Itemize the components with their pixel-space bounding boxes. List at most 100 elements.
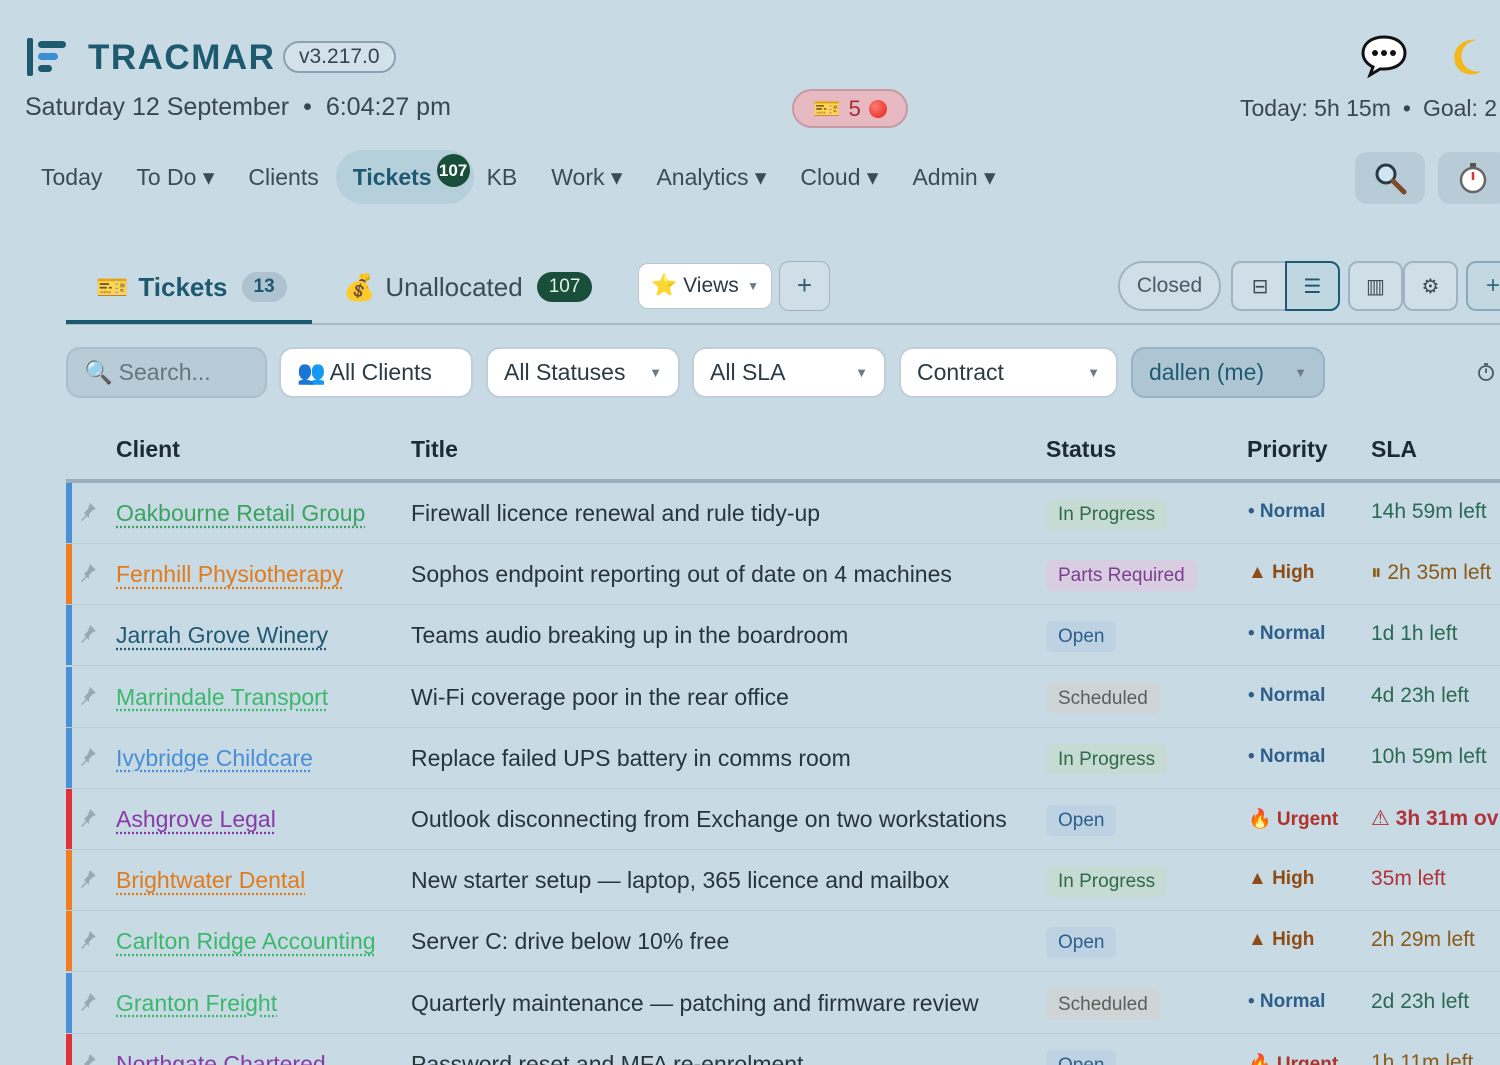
table-row[interactable]: Granton Freight Quarterly maintenance — p…: [66, 972, 1500, 1034]
client-link[interactable]: Granton Freight: [116, 990, 277, 1017]
nav-admin[interactable]: Admin ▾: [895, 150, 1012, 204]
column-header-title[interactable]: Title: [411, 436, 458, 463]
search-field[interactable]: 🔍 Search...: [66, 347, 267, 398]
ticket-title[interactable]: Sophos endpoint reporting out of date on…: [411, 561, 952, 588]
sla-remaining: ⚠ 3h 31m ov: [1371, 807, 1499, 830]
status-badge: Open: [1046, 927, 1117, 959]
tickets-count-badge: 107: [436, 154, 470, 187]
contract-filter[interactable]: Contract ▼: [899, 347, 1118, 398]
pin-icon[interactable]: [78, 562, 98, 583]
table-row[interactable]: Jarrah Grove Winery Teams audio breaking …: [66, 605, 1500, 667]
list-view-button[interactable]: ☰: [1285, 261, 1340, 311]
stopwatch-icon: [1459, 163, 1487, 194]
priority-stripe: [66, 727, 72, 788]
ticket-title[interactable]: Wi-Fi coverage poor in the rear office: [411, 684, 789, 711]
pin-icon[interactable]: [78, 807, 98, 827]
current-date: Saturday 12 September: [25, 93, 290, 121]
client-link[interactable]: Northgate Chartered: [116, 1051, 326, 1065]
ticket-title[interactable]: Quarterly maintenance — patching and fir…: [411, 990, 979, 1017]
pin-icon[interactable]: [78, 991, 98, 1011]
client-link[interactable]: Ashgrove Legal: [116, 806, 276, 833]
pin-icon[interactable]: [78, 501, 98, 521]
ticket-title[interactable]: Server C: drive below 10% free: [411, 928, 729, 955]
sla-remaining: 35m left: [1371, 867, 1446, 891]
compact-view-button[interactable]: ⊟: [1231, 261, 1287, 311]
show-closed-toggle[interactable]: Closed: [1118, 261, 1221, 311]
pin-icon[interactable]: [78, 929, 98, 950]
sla-filter-value: All SLA: [710, 359, 786, 385]
nav-cloud[interactable]: Cloud ▾: [783, 150, 895, 204]
client-link[interactable]: Fernhill Physiotherapy: [116, 561, 344, 588]
priority-stripe: [66, 1033, 72, 1065]
table-row[interactable]: Northgate Chartered Password reset and MF…: [66, 1033, 1500, 1065]
table-row[interactable]: Carlton Ridge Accounting Server C: drive …: [66, 911, 1500, 973]
nav-kb[interactable]: KB: [470, 150, 535, 204]
chevron-down-icon: ▼: [747, 279, 759, 293]
ticket-title[interactable]: Firewall licence renewal and rule tidy-u…: [411, 500, 820, 527]
settings-button[interactable]: ⚙: [1403, 261, 1458, 311]
columns-button[interactable]: ▥: [1348, 261, 1403, 311]
column-header-client[interactable]: Client: [116, 436, 180, 463]
table-row[interactable]: Ivybridge Childcare Replace failed UPS ba…: [66, 727, 1500, 789]
moon-icon[interactable]: [1450, 36, 1490, 76]
clock-icon[interactable]: [1476, 362, 1496, 382]
active-tab-indicator: [66, 320, 312, 324]
nav-clients[interactable]: Clients: [231, 150, 335, 204]
add-view-button[interactable]: +: [779, 261, 830, 311]
pin-icon[interactable]: [78, 685, 98, 705]
client-link[interactable]: Brightwater Dental: [116, 867, 305, 894]
table-row[interactable]: Fernhill Physiotherapy Sophos endpoint re…: [66, 544, 1500, 606]
priority-label: • Normal: [1248, 501, 1326, 522]
pin-icon[interactable]: [78, 1052, 98, 1065]
column-header-status[interactable]: Status: [1046, 436, 1116, 463]
nav-analytics[interactable]: Analytics ▾: [639, 150, 783, 204]
table-row[interactable]: Brightwater Dental New starter setup — la…: [66, 850, 1500, 912]
pin-icon[interactable]: [78, 746, 98, 766]
search-placeholder: Search...: [118, 359, 211, 385]
nav-tickets-label: Tickets: [352, 164, 432, 190]
pin-icon[interactable]: [78, 868, 98, 889]
client-link[interactable]: Marrindale Transport: [116, 684, 328, 711]
views-dropdown[interactable]: ⭐ Views ▼: [638, 263, 772, 309]
clients-filter[interactable]: 👥 All Clients: [279, 347, 473, 398]
tab-tickets-count: 13: [241, 272, 287, 302]
ticket-title[interactable]: Password reset and MFA re-enrolment: [411, 1051, 803, 1065]
client-link[interactable]: Jarrah Grove Winery: [116, 622, 328, 649]
priority-stripe: [66, 972, 72, 1033]
tab-unallocated[interactable]: 💰 Unallocated 107: [343, 265, 593, 309]
ticket-title[interactable]: Teams audio breaking up in the boardroom: [411, 622, 848, 649]
nav-todo[interactable]: To Do ▾: [119, 150, 231, 204]
global-search-button[interactable]: [1355, 152, 1425, 204]
status-filter[interactable]: All Statuses ▼: [486, 347, 680, 398]
sla-remaining: 14h 59m left: [1371, 500, 1487, 523]
ticket-icon: 🎫: [813, 95, 841, 121]
table-row[interactable]: Marrindale Transport Wi-Fi coverage poor …: [66, 666, 1500, 728]
search-icon: 🔍: [84, 359, 113, 385]
sla-remaining: 2d 23h left: [1371, 989, 1470, 1013]
client-link[interactable]: Carlton Ridge Accounting: [116, 928, 376, 955]
nav-today[interactable]: Today: [24, 150, 119, 204]
new-ticket-button[interactable]: +: [1466, 261, 1500, 311]
nav-tickets[interactable]: Tickets 107: [335, 150, 474, 204]
status-badge: Parts Required: [1046, 560, 1197, 592]
magnifier-icon: [1375, 163, 1407, 195]
ticket-title[interactable]: Replace failed UPS battery in comms room: [411, 745, 851, 772]
sla-filter[interactable]: All SLA ▼: [692, 347, 886, 398]
table-row[interactable]: Ashgrove Legal Outlook disconnecting from…: [66, 789, 1500, 850]
chat-icon[interactable]: [1360, 34, 1408, 78]
status-badge: In Progress: [1046, 866, 1168, 898]
client-link[interactable]: Oakbourne Retail Group: [116, 500, 365, 527]
sla-remaining: ⏸ 2h 35m left: [1371, 561, 1492, 585]
tab-tickets[interactable]: 🎫 Tickets 13: [96, 265, 287, 309]
column-header-sla[interactable]: SLA: [1371, 436, 1417, 463]
column-header-priority[interactable]: Priority: [1247, 436, 1328, 463]
table-row[interactable]: Oakbourne Retail Group Firewall licence r…: [66, 483, 1500, 544]
timer-button[interactable]: [1438, 152, 1500, 204]
client-link[interactable]: Ivybridge Childcare: [116, 745, 313, 772]
ticket-title[interactable]: Outlook disconnecting from Exchange on t…: [411, 806, 1007, 833]
nav-work[interactable]: Work ▾: [534, 150, 639, 204]
ticket-title[interactable]: New starter setup — laptop, 365 licence …: [411, 867, 949, 894]
open-tickets-alert[interactable]: 🎫 5: [792, 89, 908, 128]
pin-icon[interactable]: [78, 623, 98, 644]
assignee-filter[interactable]: dallen (me) ▼: [1131, 347, 1325, 398]
